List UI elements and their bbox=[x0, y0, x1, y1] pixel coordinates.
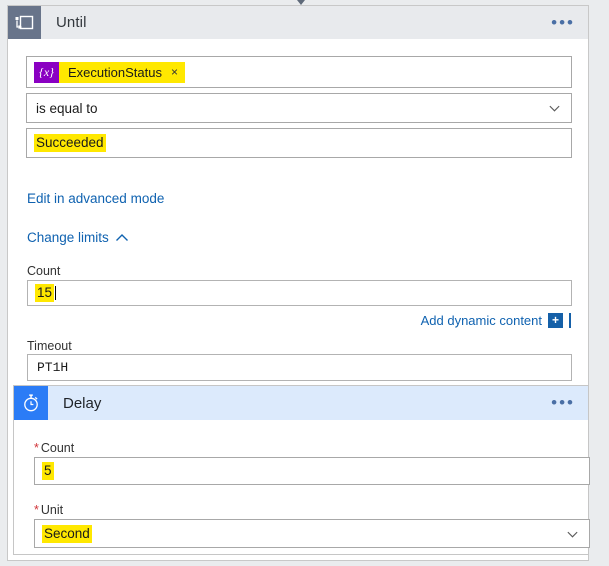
delay-action-card: Delay ••• *Count 5 *Unit Second bbox=[13, 385, 589, 555]
condition-value: Succeeded bbox=[34, 134, 106, 152]
change-limits-toggle[interactable]: Change limits bbox=[27, 230, 129, 245]
add-dynamic-content-button[interactable]: Add dynamic content + bbox=[421, 313, 571, 328]
dynamic-expression-icon: {x} bbox=[34, 62, 59, 83]
delay-count-value: 5 bbox=[42, 462, 54, 480]
operator-value: is equal to bbox=[36, 101, 98, 116]
until-count-input[interactable]: 15 bbox=[27, 280, 572, 306]
token-text: ExecutionStatus bbox=[68, 65, 162, 80]
token-remove-icon[interactable]: × bbox=[171, 65, 178, 79]
delay-unit-value: Second bbox=[42, 525, 92, 543]
condition-operator-select[interactable]: is equal to bbox=[26, 93, 572, 123]
text-caret bbox=[55, 286, 56, 300]
condition-value-wrapper: Succeeded bbox=[34, 134, 106, 152]
chevron-up-icon bbox=[115, 233, 129, 243]
add-dynamic-content-label: Add dynamic content bbox=[421, 313, 542, 328]
until-timeout-input[interactable]: PT1H bbox=[27, 354, 572, 381]
until-timeout-value: PT1H bbox=[37, 360, 68, 375]
delay-count-label-text: Count bbox=[41, 441, 74, 455]
until-card-title: Until bbox=[56, 14, 87, 31]
delay-overflow-menu-button[interactable]: ••• bbox=[551, 399, 575, 407]
until-loop-glyph bbox=[15, 15, 34, 31]
condition-left-operand-field[interactable]: {x} ExecutionStatus × bbox=[26, 56, 572, 88]
delay-unit-label: *Unit bbox=[34, 503, 63, 517]
stopwatch-icon bbox=[14, 386, 48, 420]
delay-card-header[interactable]: Delay ••• bbox=[14, 386, 588, 420]
delay-unit-select[interactable]: Second bbox=[34, 519, 590, 548]
delay-count-value-wrapper: 5 bbox=[42, 462, 54, 480]
edit-in-advanced-mode-link[interactable]: Edit in advanced mode bbox=[27, 191, 164, 206]
until-count-label: Count bbox=[27, 264, 60, 278]
delay-count-input[interactable]: 5 bbox=[34, 457, 590, 485]
change-limits-label: Change limits bbox=[27, 230, 109, 245]
dynamic-content-token[interactable]: {x} ExecutionStatus × bbox=[34, 62, 185, 83]
until-card-header[interactable]: Until ••• bbox=[8, 6, 588, 39]
token-label: ExecutionStatus × bbox=[59, 62, 185, 83]
flow-designer-canvas: Until ••• {x} ExecutionStatus × is equal… bbox=[0, 0, 609, 566]
chevron-down-icon bbox=[548, 102, 561, 115]
stopwatch-glyph bbox=[21, 393, 41, 413]
delay-count-label: *Count bbox=[34, 441, 74, 455]
until-count-value-wrapper: 15 bbox=[35, 284, 56, 302]
delay-unit-label-text: Unit bbox=[41, 503, 63, 517]
until-overflow-menu-button[interactable]: ••• bbox=[551, 19, 575, 27]
condition-right-operand-field[interactable]: Succeeded bbox=[26, 128, 572, 158]
until-timeout-label: Timeout bbox=[27, 339, 72, 353]
required-marker: * bbox=[34, 441, 39, 455]
delay-unit-value-wrapper: Second bbox=[42, 525, 92, 543]
until-count-value: 15 bbox=[35, 284, 54, 302]
until-loop-icon bbox=[8, 6, 41, 39]
plus-icon[interactable]: + bbox=[548, 313, 563, 328]
chevron-down-icon bbox=[566, 527, 579, 540]
delay-card-title: Delay bbox=[63, 395, 101, 412]
required-marker: * bbox=[34, 503, 39, 517]
dynamic-content-bar bbox=[569, 313, 571, 328]
